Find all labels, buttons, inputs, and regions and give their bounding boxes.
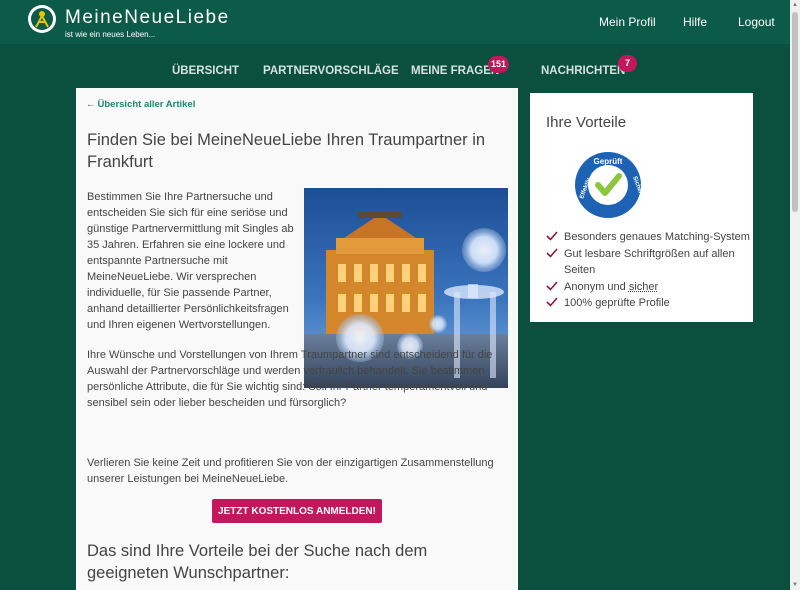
checkmark-icon: [546, 280, 558, 291]
article-title: Finden Sie bei MeineNeueLiebe Ihren Trau…: [87, 131, 486, 171]
questions-count-badge: 151: [488, 56, 509, 73]
benefits-heading: Das sind Ihre Vorteile bei der Suche nac…: [87, 542, 428, 582]
back-to-articles-link[interactable]: ← Übersicht aller Artikel: [86, 99, 195, 110]
article-paragraph-3: Verlieren Sie keine Zeit und profitieren…: [87, 457, 494, 485]
my-profile-link[interactable]: Mein Profil: [599, 15, 656, 29]
secure-info-link[interactable]: sicher: [629, 281, 658, 293]
checkmark-icon: [546, 297, 558, 307]
seal-top-label: Geprüft: [594, 157, 623, 166]
checkmark-icon: [546, 247, 558, 258]
messages-count-badge: 7: [618, 55, 637, 72]
tab-messages[interactable]: Nachrichten: [541, 65, 625, 77]
benefit-item: Gut lesbare Schriftgrößen auf allen Seit…: [546, 246, 751, 279]
tab-overview[interactable]: Übersicht: [172, 65, 239, 77]
article-card: ← Übersicht aller Artikel Finden Sie bei …: [76, 88, 518, 590]
article-paragraph-1: Bestimmen Sie Ihre Partnersuche und ents…: [87, 191, 294, 331]
scroll-up-icon[interactable]: ▲: [792, 2, 798, 8]
brand-name[interactable]: MeineNeueLiebe: [65, 7, 230, 29]
benefit-label: Anonym und: [564, 280, 626, 293]
benefit-label: 100% geprüfte Profile: [564, 297, 670, 309]
help-link[interactable]: Hilfe: [683, 15, 707, 29]
back-link-label: Übersicht aller Artikel: [97, 99, 196, 110]
page-scrollbar[interactable]: ▲ ▼: [790, 0, 800, 590]
brand-tagline: ist wie ein neues Leben...: [65, 30, 156, 39]
benefits-sidebar: Ihre Vorteile Geprüft Effektiv Sicher Be…: [530, 93, 753, 322]
benefit-item: Besonders genaues Matching-System: [546, 229, 751, 246]
register-free-button[interactable]: JETZT KOSTENLOS ANMELDEN!: [212, 499, 382, 523]
checkmark-icon: [546, 231, 558, 241]
scroll-down-icon[interactable]: ▼: [792, 582, 798, 588]
arrow-left-icon: ←: [86, 99, 96, 110]
top-header: MeineNeueLiebe ist wie ein neues Leben..…: [0, 0, 790, 44]
tab-my-questions[interactable]: Meine Fragen: [411, 65, 499, 77]
benefit-label: Besonders genaues Matching-System: [564, 231, 750, 243]
scrollbar-thumb[interactable]: [792, 12, 798, 212]
verified-seal: Geprüft Effektiv Sicher: [574, 151, 643, 219]
tab-partner-suggestions[interactable]: Partnervorschläge: [263, 65, 399, 77]
benefit-item: 100% geprüfte Profile: [546, 295, 751, 312]
sidebar-title: Ihre Vorteile: [546, 114, 627, 131]
logout-link[interactable]: Logout: [738, 15, 775, 29]
benefit-label: Gut lesbare Schriftgrößen auf allen Seit…: [564, 247, 735, 277]
article-paragraph-2: Ihre Wünsche und Vorstellungen von Ihrem…: [87, 349, 493, 409]
logo[interactable]: [28, 5, 56, 33]
benefits-list: Besonders genaues Matching-System Gut le…: [546, 229, 751, 312]
logo-icon: [31, 8, 53, 30]
benefit-item: Anonym und sicher: [546, 279, 751, 296]
